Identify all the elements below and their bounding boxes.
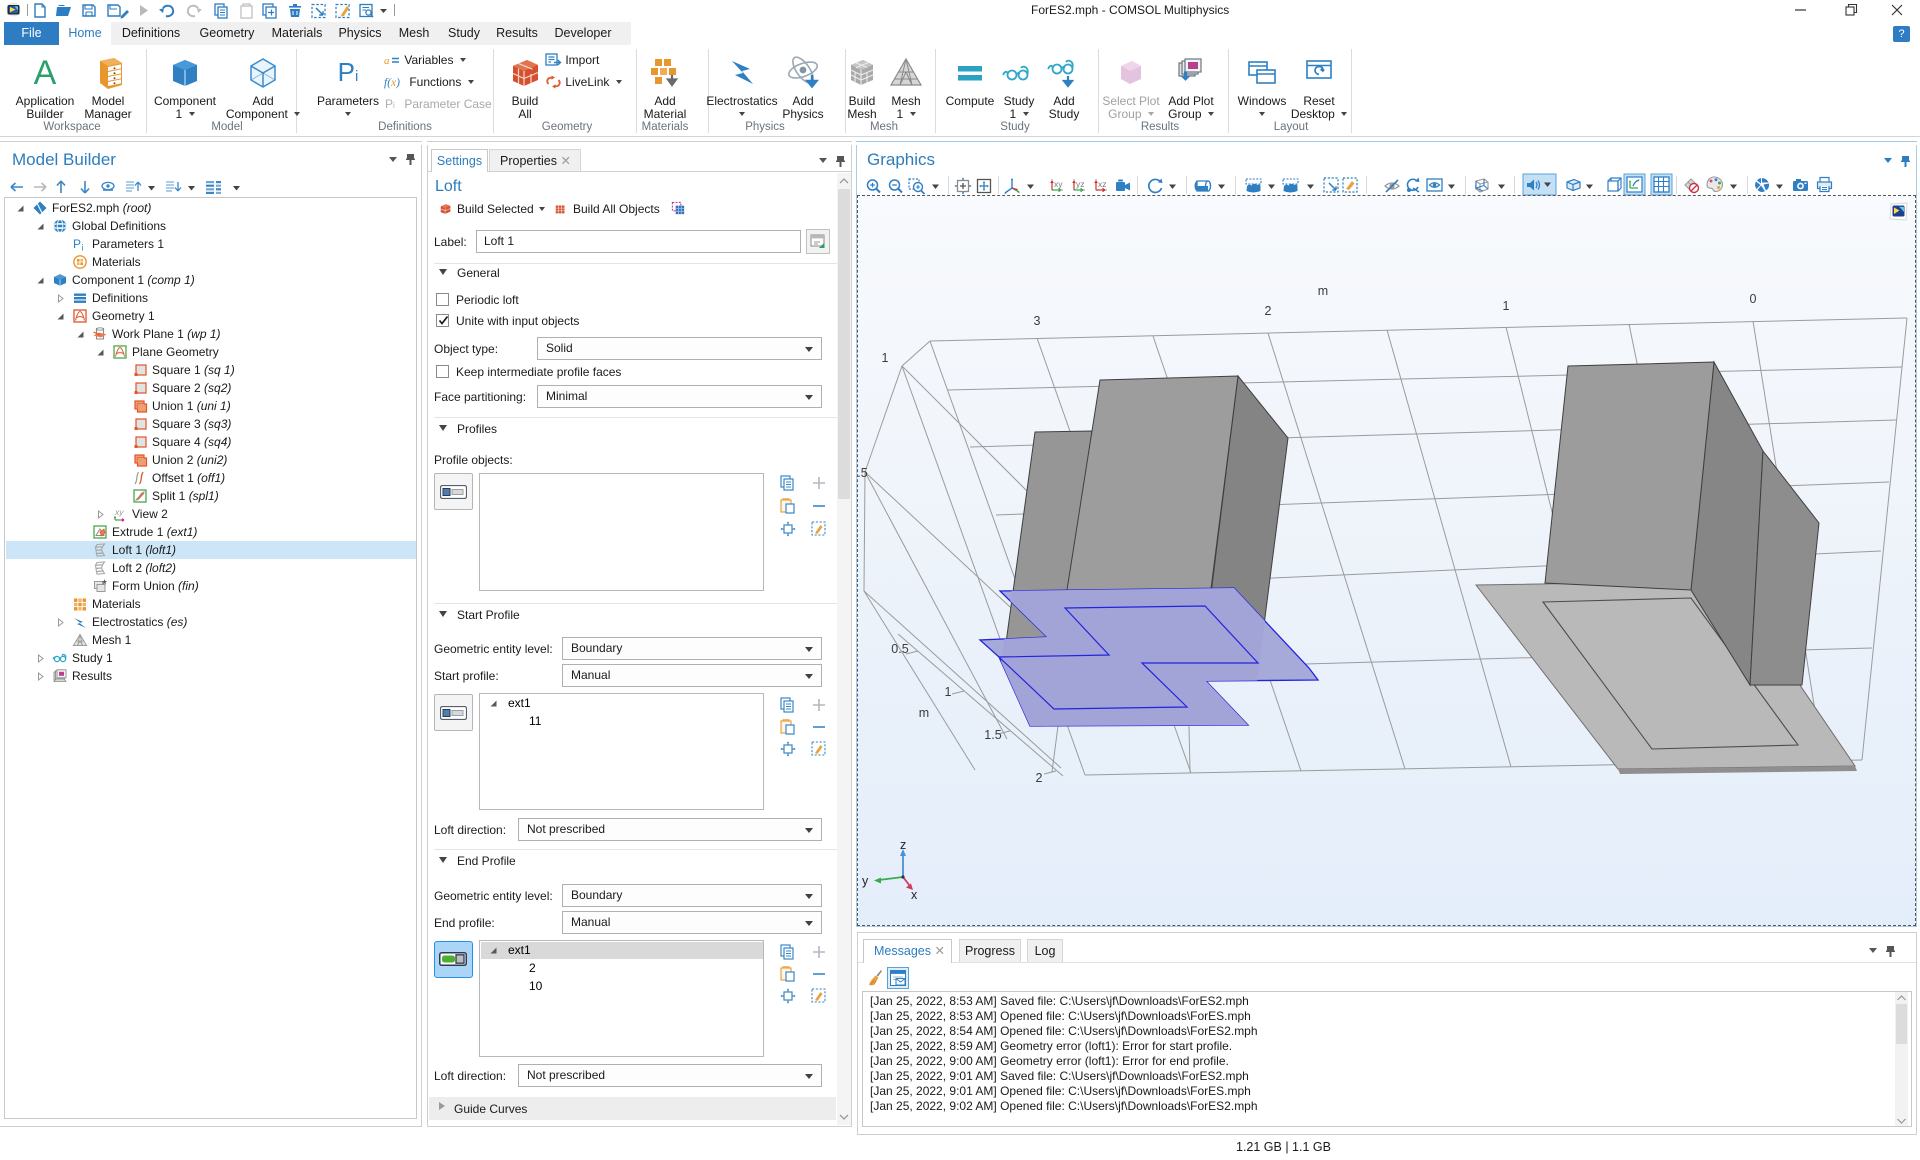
svg-text:m: m	[919, 706, 929, 720]
svg-text:1: 1	[1503, 299, 1510, 313]
svg-text:0.5: 0.5	[858, 466, 868, 480]
svg-text:P: P	[73, 237, 81, 251]
svg-text:0.5: 0.5	[891, 642, 908, 656]
svg-text:1.5: 1.5	[984, 728, 1001, 742]
svg-text:yz: yz	[1076, 179, 1085, 189]
svg-text:xz: xz	[1098, 179, 1107, 189]
svg-text:3: 3	[1034, 314, 1041, 328]
svg-text:Pi: Pi	[385, 97, 395, 111]
svg-text:z: z	[900, 838, 906, 852]
svg-text:y: y	[862, 874, 869, 888]
svg-text:xy: xy	[114, 507, 124, 517]
svg-text:f(x): f(x)	[384, 77, 400, 89]
svg-text:1: 1	[945, 685, 952, 699]
svg-text:1: 1	[882, 351, 889, 365]
svg-text:2: 2	[1036, 771, 1043, 785]
svg-text:m: m	[1318, 284, 1328, 298]
svg-text:2: 2	[1265, 304, 1272, 318]
svg-text:x: x	[911, 888, 918, 902]
svg-text:0: 0	[1750, 292, 1757, 306]
svg-text:xy: xy	[1054, 179, 1063, 189]
svg-text:¡: ¡	[81, 241, 84, 251]
svg-text:a: a	[384, 55, 390, 67]
